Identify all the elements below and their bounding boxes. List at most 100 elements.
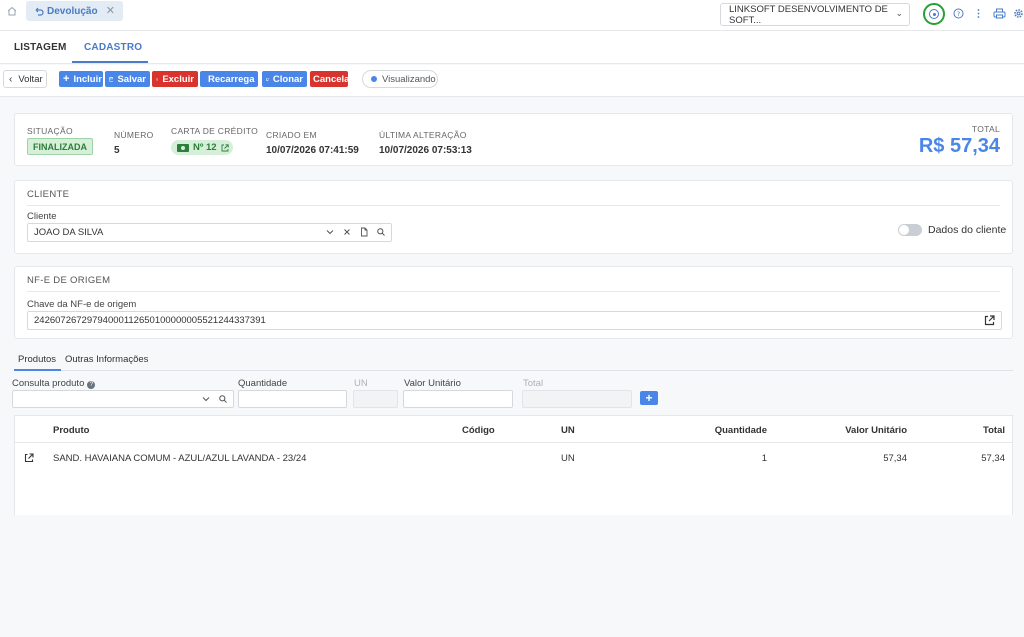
chevron-left-icon: ‹ [9, 73, 13, 85]
product-tabs: Produtos Outras Informações [14, 350, 1013, 371]
status-badge: FINALIZADA [27, 138, 93, 155]
nfe-section-title: NF-E DE ORIGEM [27, 275, 111, 286]
printer-icon[interactable] [993, 8, 1006, 19]
close-tab-icon[interactable]: ✕ [106, 4, 115, 17]
copy-icon [266, 77, 269, 81]
column-header[interactable]: Valor Unitário [845, 425, 907, 436]
top-bar: Devolução ✕ LINKSOFT DESENVOLVIMENTO DE … [0, 0, 1024, 31]
cell-total: 57,34 [981, 453, 1005, 464]
nfe-key-field[interactable]: 2426072672979400011265010000000552124433… [27, 311, 1002, 330]
add-product-button[interactable]: + [640, 391, 658, 405]
tab-outras-informacoes[interactable]: Outras Informações [65, 354, 148, 365]
number-value: 5 [114, 145, 120, 156]
quantity-label: Quantidade [238, 378, 288, 389]
product-search-input[interactable] [12, 390, 234, 408]
updated-label: ÚLTIMA ALTERAÇÃO [379, 130, 467, 140]
external-link-icon[interactable] [24, 453, 34, 463]
quantity-input[interactable] [238, 390, 347, 408]
delete-button[interactable]: Excluir [152, 71, 198, 87]
products-table: Produto Código UN Quantidade Valor Unitá… [14, 415, 1013, 515]
external-link-icon[interactable] [984, 315, 995, 326]
svg-text:?: ? [957, 10, 960, 18]
save-icon [109, 76, 114, 82]
search-icon[interactable] [218, 394, 228, 404]
cell-valor-unitario: 57,34 [883, 453, 907, 464]
total-input [522, 390, 632, 408]
company-select-value: LINKSOFT DESENVOLVIMENTO DE SOFT... [729, 3, 888, 26]
product-search-label: Consulta produto? [12, 378, 96, 389]
add-button[interactable]: + Incluir [59, 71, 103, 87]
target-icon[interactable] [923, 3, 945, 25]
column-header[interactable]: Total [983, 425, 1005, 436]
total-value: R$ 57,34 [918, 135, 1000, 157]
home-icon[interactable] [6, 5, 18, 17]
info-icon[interactable]: ? [87, 381, 96, 389]
client-value: JOAO DA SILVA [34, 227, 104, 238]
external-link-icon [221, 143, 229, 151]
search-icon[interactable] [376, 227, 386, 237]
updated-value: 10/07/2026 07:53:13 [379, 145, 472, 156]
trash-icon [156, 77, 159, 81]
total-label: Total [523, 378, 544, 389]
client-card: CLIENTE Cliente JOAO DA SILVA Dados do c… [14, 180, 1013, 254]
credit-label: CARTA DE CRÉDITO [171, 126, 258, 136]
clone-button[interactable]: Clonar [262, 71, 307, 87]
status-dot-icon [371, 76, 377, 82]
back-button[interactable]: ‹ Voltar [3, 70, 47, 88]
active-tab-indicator [14, 369, 61, 371]
tab-cadastro[interactable]: CADASTRO [84, 42, 142, 53]
open-tab-label: Devolução [47, 5, 98, 17]
total-label: TOTAL [971, 124, 1000, 134]
column-header[interactable]: Código [462, 425, 495, 436]
unit-label: UN [354, 378, 368, 389]
status-chip: Visualizando [362, 70, 438, 88]
tab-listagem[interactable]: LISTAGEM [14, 42, 67, 53]
unit-price-label: Valor Unitário [404, 378, 461, 389]
client-data-toggle-label: Dados do cliente [928, 224, 1007, 236]
client-section-title: CLIENTE [27, 189, 70, 200]
header-divider [15, 442, 1012, 443]
save-button[interactable]: Salvar [105, 71, 150, 87]
divider [27, 291, 1000, 292]
chevron-down-icon[interactable] [201, 394, 211, 404]
number-label: NÚMERO [114, 130, 154, 140]
open-tab-devolucao[interactable]: Devolução ✕ [26, 1, 123, 21]
plus-icon: + [63, 73, 70, 85]
column-header[interactable]: Produto [53, 425, 89, 436]
created-label: CRIADO EM [266, 130, 317, 140]
nfe-field-label: Chave da NF-e de origem [27, 299, 137, 310]
client-field-label: Cliente [27, 211, 57, 222]
help-icon[interactable]: ? [953, 8, 964, 19]
more-vertical-icon[interactable] [973, 8, 984, 19]
unit-price-input[interactable] [403, 390, 513, 408]
cancel-button[interactable]: Cancelar [310, 71, 353, 87]
column-header[interactable]: Quantidade [715, 425, 767, 436]
cell-produto: SAND. HAVAIANA COMUM - AZUL/AZUL LAVANDA… [53, 453, 307, 464]
cell-quantidade: 1 [761, 453, 767, 464]
column-header[interactable]: UN [561, 425, 575, 436]
action-toolbar: ‹ Voltar + Incluir Salvar Excluir Recarr… [0, 65, 1024, 97]
divider [27, 205, 1000, 206]
reload-button[interactable]: Recarrega [200, 71, 258, 87]
document-icon[interactable] [359, 227, 369, 237]
active-tab-indicator [72, 61, 148, 63]
summary-card: SITUAÇÃO FINALIZADA NÚMERO 5 CARTA DE CR… [14, 113, 1013, 166]
created-value: 10/07/2026 07:41:59 [266, 145, 359, 156]
client-data-toggle[interactable] [898, 224, 922, 236]
credit-note-link[interactable]: Nº 12 [171, 140, 233, 155]
tab-produtos[interactable]: Produtos [18, 354, 56, 365]
client-select[interactable]: JOAO DA SILVA [27, 223, 392, 242]
nfe-key-value: 2426072672979400011265010000000552124433… [34, 315, 266, 326]
clear-icon[interactable] [342, 227, 352, 237]
money-icon [177, 143, 189, 152]
chevron-down-icon: ⌄ [895, 8, 903, 18]
page-tabs: LISTAGEM CADASTRO [0, 31, 1024, 64]
chevron-down-icon[interactable] [325, 227, 335, 237]
cell-un: UN [561, 453, 575, 464]
unit-input [353, 390, 398, 408]
undo-icon [35, 7, 44, 16]
status-label: SITUAÇÃO [27, 126, 73, 136]
nfe-origin-card: NF-E DE ORIGEM Chave da NF-e de origem 2… [14, 266, 1013, 339]
gear-icon[interactable] [1013, 8, 1024, 19]
company-select[interactable]: LINKSOFT DESENVOLVIMENTO DE SOFT... ⌄ [720, 3, 910, 26]
